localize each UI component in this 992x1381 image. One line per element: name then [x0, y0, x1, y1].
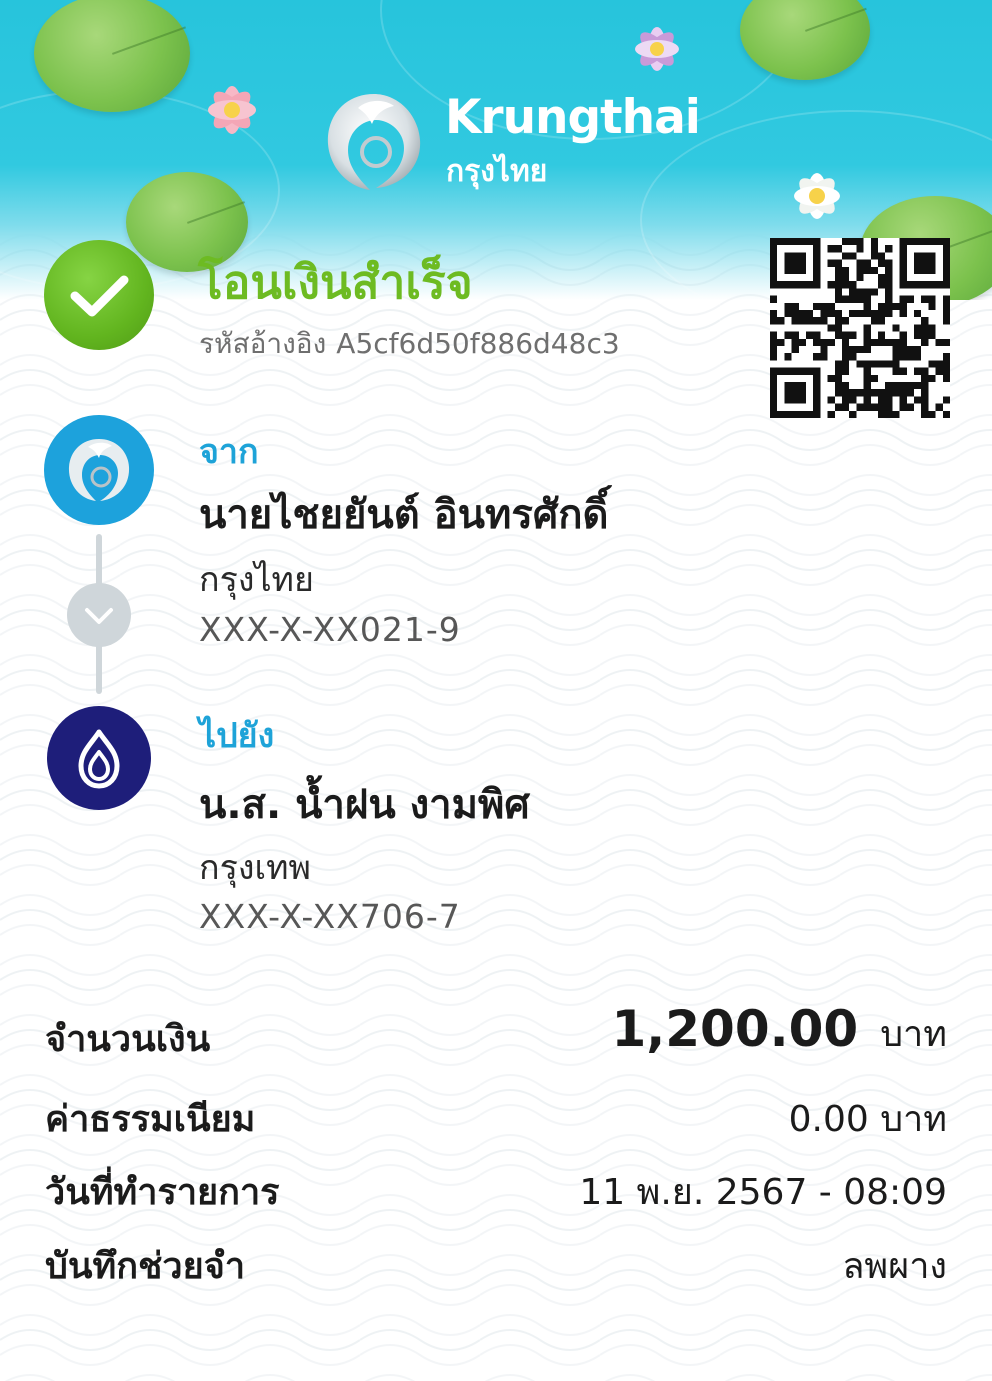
krungthai-bird-logo-icon: [68, 439, 130, 501]
chevron-down-icon: [85, 608, 113, 624]
lotus-flower-icon: [794, 173, 840, 219]
fee-value: 0.00 บาท: [788, 1099, 947, 1140]
brand-name-th: กรุงไทย: [446, 154, 548, 189]
amount-value-row: 1,200.00 บาท: [611, 1000, 947, 1062]
receiver-name: น.ส. น้ำฝน งามพิศ: [199, 782, 530, 828]
transfer-slip: Krungthai กรุงไทย โอนเงินสำเร็จ รหัสอ้าง…: [0, 0, 992, 1381]
reference-line: รหัสอ้างอิง A5cf6d50f886d48c3: [199, 322, 630, 366]
fee-label: ค่าธรรมเนียม: [45, 1099, 256, 1140]
memo-value: ลพผาง: [842, 1246, 947, 1287]
date-value: 11 พ.ย. 2567 - 08:09: [579, 1172, 947, 1213]
success-status-badge: [44, 240, 154, 350]
bangkok-bank-lotus-logo-icon: [78, 729, 120, 789]
receiver-bank: กรุงเทพ: [199, 848, 311, 888]
reference-code: A5cf6d50f886d48c3: [336, 327, 620, 360]
sender-bank-logo: [44, 415, 154, 525]
check-icon: [70, 275, 129, 317]
receiver-bank-logo: [47, 706, 151, 810]
amount-unit: บาท: [880, 1014, 947, 1055]
receiver-account: XXX-X-XX706-7: [199, 897, 461, 936]
lily-pad: [34, 0, 190, 112]
reference-label: รหัสอ้างอิง: [199, 327, 327, 360]
sender-name: นายไชยยันต์ อินทรศักดิ์: [199, 492, 609, 538]
qr-code: [770, 238, 950, 418]
lotus-flower-icon: [208, 86, 256, 134]
brand-name-en: Krungthai: [445, 90, 701, 145]
from-label: จาก: [199, 432, 259, 472]
memo-label: บันทึกช่วยจำ: [45, 1246, 246, 1287]
transfer-direction-badge: [67, 583, 131, 647]
sender-account: XXX-X-XX021-9: [199, 610, 461, 649]
date-label: วันที่ทำรายการ: [45, 1172, 280, 1213]
amount-label: จำนวนเงิน: [45, 1019, 211, 1060]
lotus-flower-icon: [635, 27, 679, 71]
status-title: โอนเงินสำเร็จ: [198, 255, 473, 309]
sender-bank: กรุงไทย: [199, 560, 314, 600]
amount-value: 1,200.00: [611, 1000, 859, 1058]
to-label: ไปยัง: [199, 716, 275, 756]
krungthai-logo: Krungthai กรุงไทย: [318, 86, 701, 196]
krungthai-bird-logo-icon: [327, 94, 421, 190]
